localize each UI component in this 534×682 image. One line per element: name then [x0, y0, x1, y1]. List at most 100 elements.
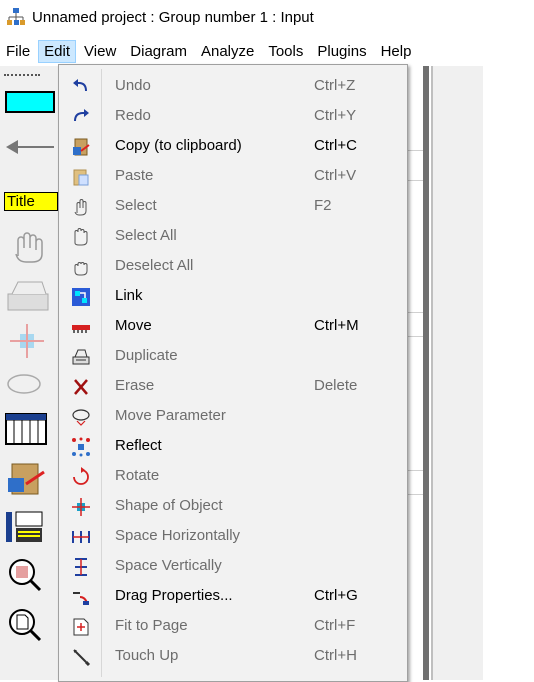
- menu-analyze[interactable]: Analyze: [195, 40, 260, 63]
- right-panel: [433, 66, 483, 680]
- zoom-page-tool[interactable]: [4, 606, 56, 646]
- divider: [405, 336, 425, 337]
- menu-help[interactable]: Help: [375, 40, 418, 63]
- menu-item-erase[interactable]: Erase Delete: [59, 371, 407, 401]
- move-parameter-icon: [72, 409, 90, 426]
- menu-item-shape-of-object[interactable]: Shape of Object: [59, 491, 407, 521]
- clipboard-icon: [8, 463, 45, 495]
- deselect-all-hand-icon: [74, 262, 88, 276]
- menu-item-label: Deselect All: [115, 257, 194, 274]
- menu-item-space-vertically[interactable]: Space Vertically: [59, 551, 407, 581]
- select-hand-icon: [74, 199, 87, 216]
- menu-tools[interactable]: Tools: [262, 40, 309, 63]
- menu-view[interactable]: View: [78, 40, 122, 63]
- table-tool[interactable]: [4, 410, 56, 450]
- edit-menu-dropdown: Undo Ctrl+Z Redo Ctrl+Y Copy (to clipboa…: [58, 64, 408, 682]
- menu-item-undo[interactable]: Undo Ctrl+Z: [59, 71, 407, 101]
- menu-item-shortcut: Ctrl+M: [314, 317, 359, 334]
- select-all-hand-icon: [74, 228, 88, 246]
- drag-properties-icon: [73, 592, 89, 605]
- duplicate-icon: [72, 349, 90, 365]
- draw-rectangle-tool[interactable]: [4, 88, 56, 128]
- erase-icon: [74, 379, 88, 395]
- toolbar-grip[interactable]: [4, 74, 40, 76]
- redo-icon: [74, 109, 89, 122]
- properties-tool[interactable]: [4, 508, 56, 548]
- menu-item-select[interactable]: Select F2: [59, 191, 407, 221]
- menu-plugins[interactable]: Plugins: [311, 40, 372, 63]
- menu-item-touch-up[interactable]: Touch Up Ctrl+H: [59, 641, 407, 671]
- touch-up-icon: [73, 649, 91, 667]
- divider: [405, 180, 425, 181]
- hand-icon: [15, 232, 43, 263]
- menu-item-rotate[interactable]: Rotate: [59, 461, 407, 491]
- menu-item-space-horizontally[interactable]: Space Horizontally: [59, 521, 407, 551]
- magnifier-icon: [9, 559, 42, 592]
- title-tool-label: Title: [4, 192, 58, 211]
- menu-item-label: Shape of Object: [115, 497, 223, 514]
- clipboard-tool[interactable]: [4, 458, 56, 498]
- reflect-icon: [72, 437, 90, 457]
- fit-to-page-icon: [73, 618, 89, 636]
- menu-item-fit-to-page[interactable]: Fit to Page Ctrl+F: [59, 611, 407, 641]
- title-tool[interactable]: Title: [4, 186, 58, 226]
- table-icon: [5, 413, 47, 445]
- duplicate-tool[interactable]: [4, 276, 56, 316]
- menu-item-label: Drag Properties...: [115, 587, 233, 604]
- rotate-icon: [73, 467, 89, 485]
- menu-item-label: Duplicate: [115, 347, 178, 364]
- space-vertically-icon: [75, 558, 87, 576]
- menu-item-link[interactable]: Link: [59, 281, 407, 311]
- menu-item-label: Touch Up: [115, 647, 179, 664]
- menu-edit[interactable]: Edit: [38, 39, 77, 63]
- menu-item-label: Link: [115, 287, 143, 304]
- menu-diagram[interactable]: Diagram: [124, 40, 193, 63]
- menu-item-shortcut: Ctrl+Y: [314, 107, 357, 124]
- menu-item-shortcut: Ctrl+H: [314, 647, 357, 664]
- zoom-in-tool[interactable]: [4, 556, 56, 596]
- menu-item-copy-to-clipboard[interactable]: Copy (to clipboard) Ctrl+C: [59, 131, 407, 161]
- menu-item-duplicate[interactable]: Duplicate: [59, 341, 407, 371]
- divider: [405, 312, 425, 313]
- menu-item-deselect-all[interactable]: Deselect All: [59, 251, 407, 281]
- ellipse-icon: [7, 374, 41, 394]
- menu-item-move[interactable]: Move Ctrl+M: [59, 311, 407, 341]
- left-toolbar: Title: [0, 66, 58, 680]
- move-parameter-tool[interactable]: [4, 366, 56, 406]
- menu-item-shortcut: Delete: [314, 377, 358, 394]
- select-tool[interactable]: [4, 226, 56, 266]
- menu-item-move-parameter[interactable]: Move Parameter: [59, 401, 407, 431]
- menu-item-redo[interactable]: Redo Ctrl+Y: [59, 101, 407, 131]
- divider: [405, 470, 425, 471]
- menu-item-label: Space Vertically: [115, 557, 222, 574]
- divider: [405, 494, 425, 495]
- draw-arrow-tool[interactable]: [4, 132, 56, 172]
- paste-icon: [73, 169, 89, 186]
- menu-item-shortcut: F2: [314, 197, 332, 214]
- app-icon: [7, 8, 25, 25]
- menu-item-shortcut: Ctrl+Z: [314, 77, 356, 94]
- panel-splitter[interactable]: [423, 66, 429, 680]
- rectangle-icon: [5, 91, 55, 113]
- menu-item-label: Move Parameter: [115, 407, 226, 424]
- menu-item-shortcut: Ctrl+F: [314, 617, 356, 634]
- menu-item-paste[interactable]: Paste Ctrl+V: [59, 161, 407, 191]
- menu-item-reflect[interactable]: Reflect: [59, 431, 407, 461]
- menu-item-label: Paste: [115, 167, 154, 184]
- menu-item-label: Rotate: [115, 467, 160, 484]
- magnifier-page-icon: [9, 609, 42, 642]
- link-icon: [72, 288, 90, 306]
- text-properties-icon: [6, 511, 43, 542]
- title-bar: Unnamed project : Group number 1 : Input: [0, 0, 534, 34]
- menu-item-shortcut: Ctrl+V: [314, 167, 357, 184]
- divider: [405, 150, 425, 151]
- menu-file[interactable]: File: [0, 40, 36, 63]
- shape-tool[interactable]: [4, 322, 56, 362]
- menu-item-label: Move: [115, 317, 152, 334]
- arrow-left-icon: [6, 140, 54, 154]
- menu-item-label: Reflect: [115, 437, 162, 454]
- menu-item-select-all[interactable]: Select All: [59, 221, 407, 251]
- menu-item-shortcut: Ctrl+G: [314, 587, 358, 604]
- menu-item-drag-properties[interactable]: Drag Properties... Ctrl+G: [59, 581, 407, 611]
- menu-item-label: Redo: [115, 107, 151, 124]
